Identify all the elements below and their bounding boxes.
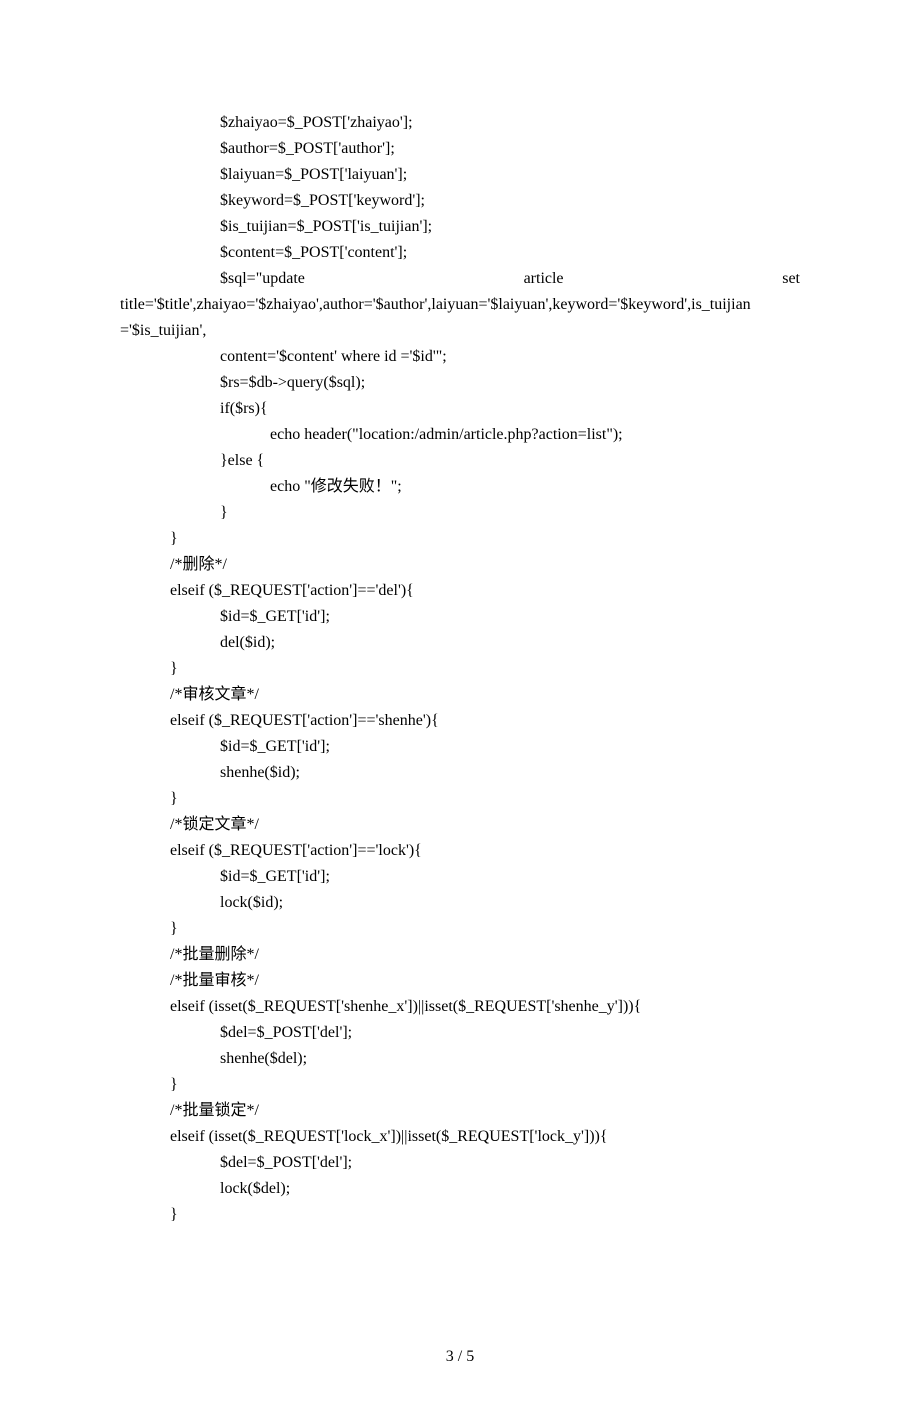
code-line: $is_tuijian=$_POST['is_tuijian'];	[120, 214, 800, 240]
code-line: del($id);	[120, 630, 800, 656]
code-line: }	[120, 656, 800, 682]
code-token: article	[524, 266, 564, 292]
code-line: $id=$_GET['id'];	[120, 734, 800, 760]
code-line: /*批量审核*/	[120, 968, 800, 994]
code-line: /*锁定文章*/	[120, 812, 800, 838]
code-token: set	[782, 266, 800, 292]
code-line: $content=$_POST['content'];	[120, 240, 800, 266]
code-line: }	[120, 1202, 800, 1228]
code-line: $del=$_POST['del'];	[120, 1020, 800, 1046]
code-line: /*审核文章*/	[120, 682, 800, 708]
code-line: elseif ($_REQUEST['action']=='lock'){	[120, 838, 800, 864]
code-line: $del=$_POST['del'];	[120, 1150, 800, 1176]
code-line: /*批量锁定*/	[120, 1098, 800, 1124]
code-line: }	[120, 1072, 800, 1098]
code-line: }	[120, 786, 800, 812]
code-line: echo header("location:/admin/article.php…	[120, 422, 800, 448]
code-line: elseif (isset($_REQUEST['lock_x'])||isse…	[120, 1124, 800, 1150]
code-line: $author=$_POST['author'];	[120, 136, 800, 162]
code-line: lock($del);	[120, 1176, 800, 1202]
code-line: }	[120, 916, 800, 942]
code-line: title='$title',zhaiyao='$zhaiyao',author…	[120, 292, 800, 318]
code-line: $keyword=$_POST['keyword'];	[120, 188, 800, 214]
code-line: shenhe($id);	[120, 760, 800, 786]
code-line: $laiyuan=$_POST['laiyuan'];	[120, 162, 800, 188]
code-line: elseif ($_REQUEST['action']=='shenhe'){	[120, 708, 800, 734]
code-page: $zhaiyao=$_POST['zhaiyao'];$author=$_POS…	[0, 0, 920, 1288]
code-line: $id=$_GET['id'];	[120, 864, 800, 890]
code-line: $sql="update article set	[120, 266, 800, 292]
code-line: content='$content' where id ='$id'";	[120, 344, 800, 370]
code-line: $zhaiyao=$_POST['zhaiyao'];	[120, 110, 800, 136]
code-line: $id=$_GET['id'];	[120, 604, 800, 630]
code-line: echo "修改失败！";	[120, 474, 800, 500]
code-line: elseif (isset($_REQUEST['shenhe_x'])||is…	[120, 994, 800, 1020]
code-line: elseif ($_REQUEST['action']=='del'){	[120, 578, 800, 604]
code-token: $sql="update	[220, 266, 305, 292]
code-line: }else {	[120, 448, 800, 474]
code-line: shenhe($del);	[120, 1046, 800, 1072]
code-line: }	[120, 500, 800, 526]
code-line: $rs=$db->query($sql);	[120, 370, 800, 396]
code-line: }	[120, 526, 800, 552]
code-line: /*删除*/	[120, 552, 800, 578]
code-line: /*批量删除*/	[120, 942, 800, 968]
code-line: ='$is_tuijian',	[120, 318, 800, 344]
code-line: if($rs){	[120, 396, 800, 422]
code-line: lock($id);	[120, 890, 800, 916]
page-number: 3 / 5	[0, 1288, 920, 1406]
